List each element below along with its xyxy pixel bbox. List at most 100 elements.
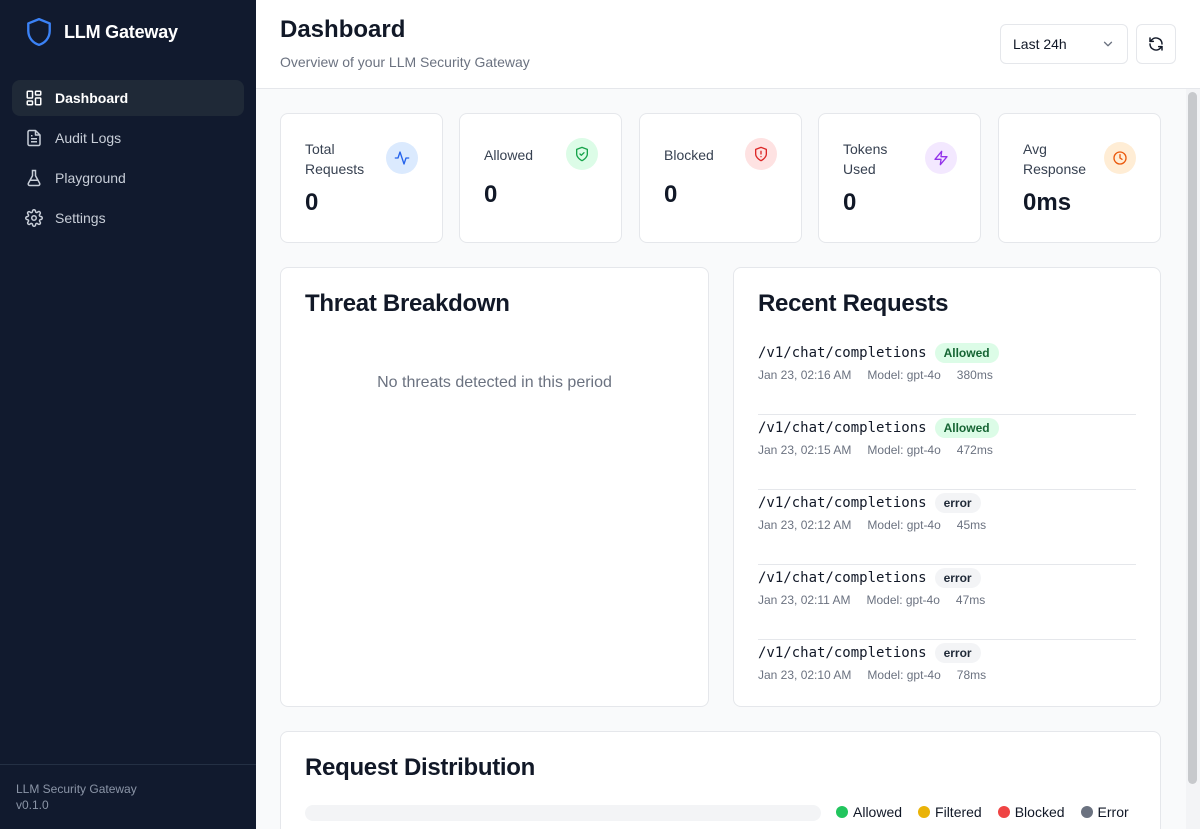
legend-item-error: Error: [1080, 804, 1129, 820]
distribution-bar: [305, 805, 821, 821]
footer-product-name: LLM Security Gateway: [16, 782, 137, 796]
sidebar-item-label: Audit Logs: [55, 130, 122, 146]
legend-dot: [997, 806, 1010, 818]
time-range-select[interactable]: Last 24h: [1000, 24, 1128, 64]
recent-requests-list: /v1/chat/completions Allowed Jan 23, 02:…: [758, 340, 1136, 715]
refresh-icon: [1149, 37, 1163, 51]
app-title: LLM Gateway: [64, 21, 178, 42]
page-header: Dashboard Overview of your LLM Security …: [256, 0, 1200, 89]
legend-label: Error: [1097, 804, 1129, 820]
legend-dot: [1080, 806, 1093, 818]
sidebar-item-audit-logs[interactable]: Audit Logs: [12, 120, 244, 156]
zap-icon: [934, 150, 948, 166]
sidebar-item-label: Playground: [55, 170, 126, 186]
stat-card-tokens-used: Tokens Used 0: [818, 113, 981, 243]
shield-check-icon: [576, 146, 588, 162]
stat-icon: [566, 138, 598, 170]
panel-title: Request Distribution: [305, 754, 536, 781]
threat-breakdown-panel: Threat Breakdown No threats detected in …: [280, 267, 709, 707]
stat-label: Allowed: [484, 147, 534, 163]
stat-card-total-requests: Total Requests 0: [280, 113, 443, 243]
sidebar-footer: LLM Security Gateway v0.1.0: [0, 764, 256, 829]
status-badge: error: [934, 643, 981, 663]
sidebar-item-label: Dashboard: [55, 90, 129, 106]
chevron-down-icon: [1103, 41, 1113, 47]
request-latency: 472ms: [956, 443, 993, 457]
legend-item-filtered: Filtered: [918, 804, 982, 820]
request-path: /v1/chat/completions: [758, 645, 927, 661]
legend-dot: [836, 806, 848, 818]
stat-label: Tokens Used: [843, 141, 888, 177]
stat-label: Total Requests: [305, 141, 365, 177]
stat-value: 0ms: [1023, 189, 1072, 216]
sidebar-item-playground[interactable]: Playground: [12, 160, 244, 196]
request-latency: 380ms: [956, 368, 993, 382]
request-path: /v1/chat/completions: [758, 345, 927, 361]
list-item[interactable]: /v1/chat/completions error Jan 23, 02:11…: [758, 565, 1136, 640]
page-title: Dashboard: [280, 16, 406, 43]
stat-value: 0: [484, 181, 498, 208]
sidebar-item-settings[interactable]: Settings: [12, 200, 244, 236]
shield-alert-icon: [755, 146, 767, 162]
stat-card-blocked: Blocked 0: [639, 113, 802, 243]
request-path: /v1/chat/completions: [758, 420, 927, 436]
legend-item-blocked: Blocked: [997, 804, 1065, 820]
stat-card-avg-response: Avg Response 0ms: [998, 113, 1161, 243]
stat-value: 0: [843, 189, 857, 216]
request-time: Jan 23, 02:12 AM: [758, 518, 852, 532]
dashboard-icon: [26, 90, 42, 106]
legend-item-allowed: Allowed: [836, 804, 902, 820]
gear-icon: [25, 209, 43, 227]
request-path: /v1/chat/completions: [758, 495, 927, 511]
request-time: Jan 23, 02:16 AM: [758, 368, 852, 382]
request-model: Model: gpt-4o: [867, 518, 941, 532]
stat-card-allowed: Allowed 0: [459, 113, 622, 243]
sidebar-item-dashboard[interactable]: Dashboard: [12, 80, 244, 116]
legend-dot: [918, 806, 931, 818]
request-time: Jan 23, 02:11 AM: [758, 593, 851, 607]
empty-state-message: No threats detected in this period: [377, 374, 612, 391]
stat-icon: [925, 142, 957, 174]
request-path: /v1/chat/completions: [758, 570, 927, 586]
status-badge: Allowed: [934, 418, 999, 438]
stat-label: Avg Response: [1023, 141, 1087, 177]
request-latency: 47ms: [955, 593, 986, 607]
legend-label: Blocked: [1014, 804, 1065, 820]
list-item[interactable]: /v1/chat/completions error Jan 23, 02:10…: [758, 640, 1136, 715]
stat-value: 0: [664, 181, 678, 208]
list-item[interactable]: /v1/chat/completions Allowed Jan 23, 02:…: [758, 340, 1136, 415]
request-time: Jan 23, 02:10 AM: [758, 668, 852, 682]
time-range-value: Last 24h: [1013, 36, 1067, 52]
sidebar-nav: Dashboard Audit Logs Playground Settings: [12, 80, 244, 240]
sidebar-item-label: Settings: [55, 210, 106, 226]
request-latency: 78ms: [956, 668, 987, 682]
page-subtitle: Overview of your LLM Security Gateway: [280, 54, 530, 70]
stat-value: 0: [305, 189, 319, 216]
stat-icon: [1104, 142, 1136, 174]
flask-icon: [27, 169, 41, 187]
clock-icon: [1113, 151, 1127, 165]
request-time: Jan 23, 02:15 AM: [758, 443, 852, 457]
recent-requests-panel: Recent Requests /v1/chat/completions All…: [733, 267, 1161, 707]
status-badge: error: [934, 493, 981, 513]
panel-title: Threat Breakdown: [305, 290, 510, 317]
scrollbar-thumb[interactable]: [1188, 92, 1197, 784]
request-model: Model: gpt-4o: [867, 368, 941, 382]
refresh-button[interactable]: [1136, 24, 1176, 64]
request-distribution-panel: Request Distribution Allowed Filtered Bl…: [280, 731, 1161, 829]
status-badge: Allowed: [934, 343, 999, 363]
stat-icon: [745, 138, 777, 170]
status-badge: error: [934, 568, 981, 588]
brand[interactable]: LLM Gateway: [26, 16, 178, 48]
request-model: Model: gpt-4o: [866, 593, 940, 607]
list-item[interactable]: /v1/chat/completions Allowed Jan 23, 02:…: [758, 415, 1136, 490]
document-icon: [27, 129, 41, 147]
shield-icon: [27, 17, 51, 47]
legend-label: Filtered: [935, 804, 982, 820]
list-item[interactable]: /v1/chat/completions error Jan 23, 02:12…: [758, 490, 1136, 565]
stat-icon: [386, 142, 418, 174]
legend-label: Allowed: [853, 804, 903, 820]
sidebar: LLM Gateway Dashboard Audit Logs Playgro…: [0, 0, 256, 829]
request-model: Model: gpt-4o: [867, 668, 941, 682]
footer-version: v0.1.0: [16, 798, 49, 812]
